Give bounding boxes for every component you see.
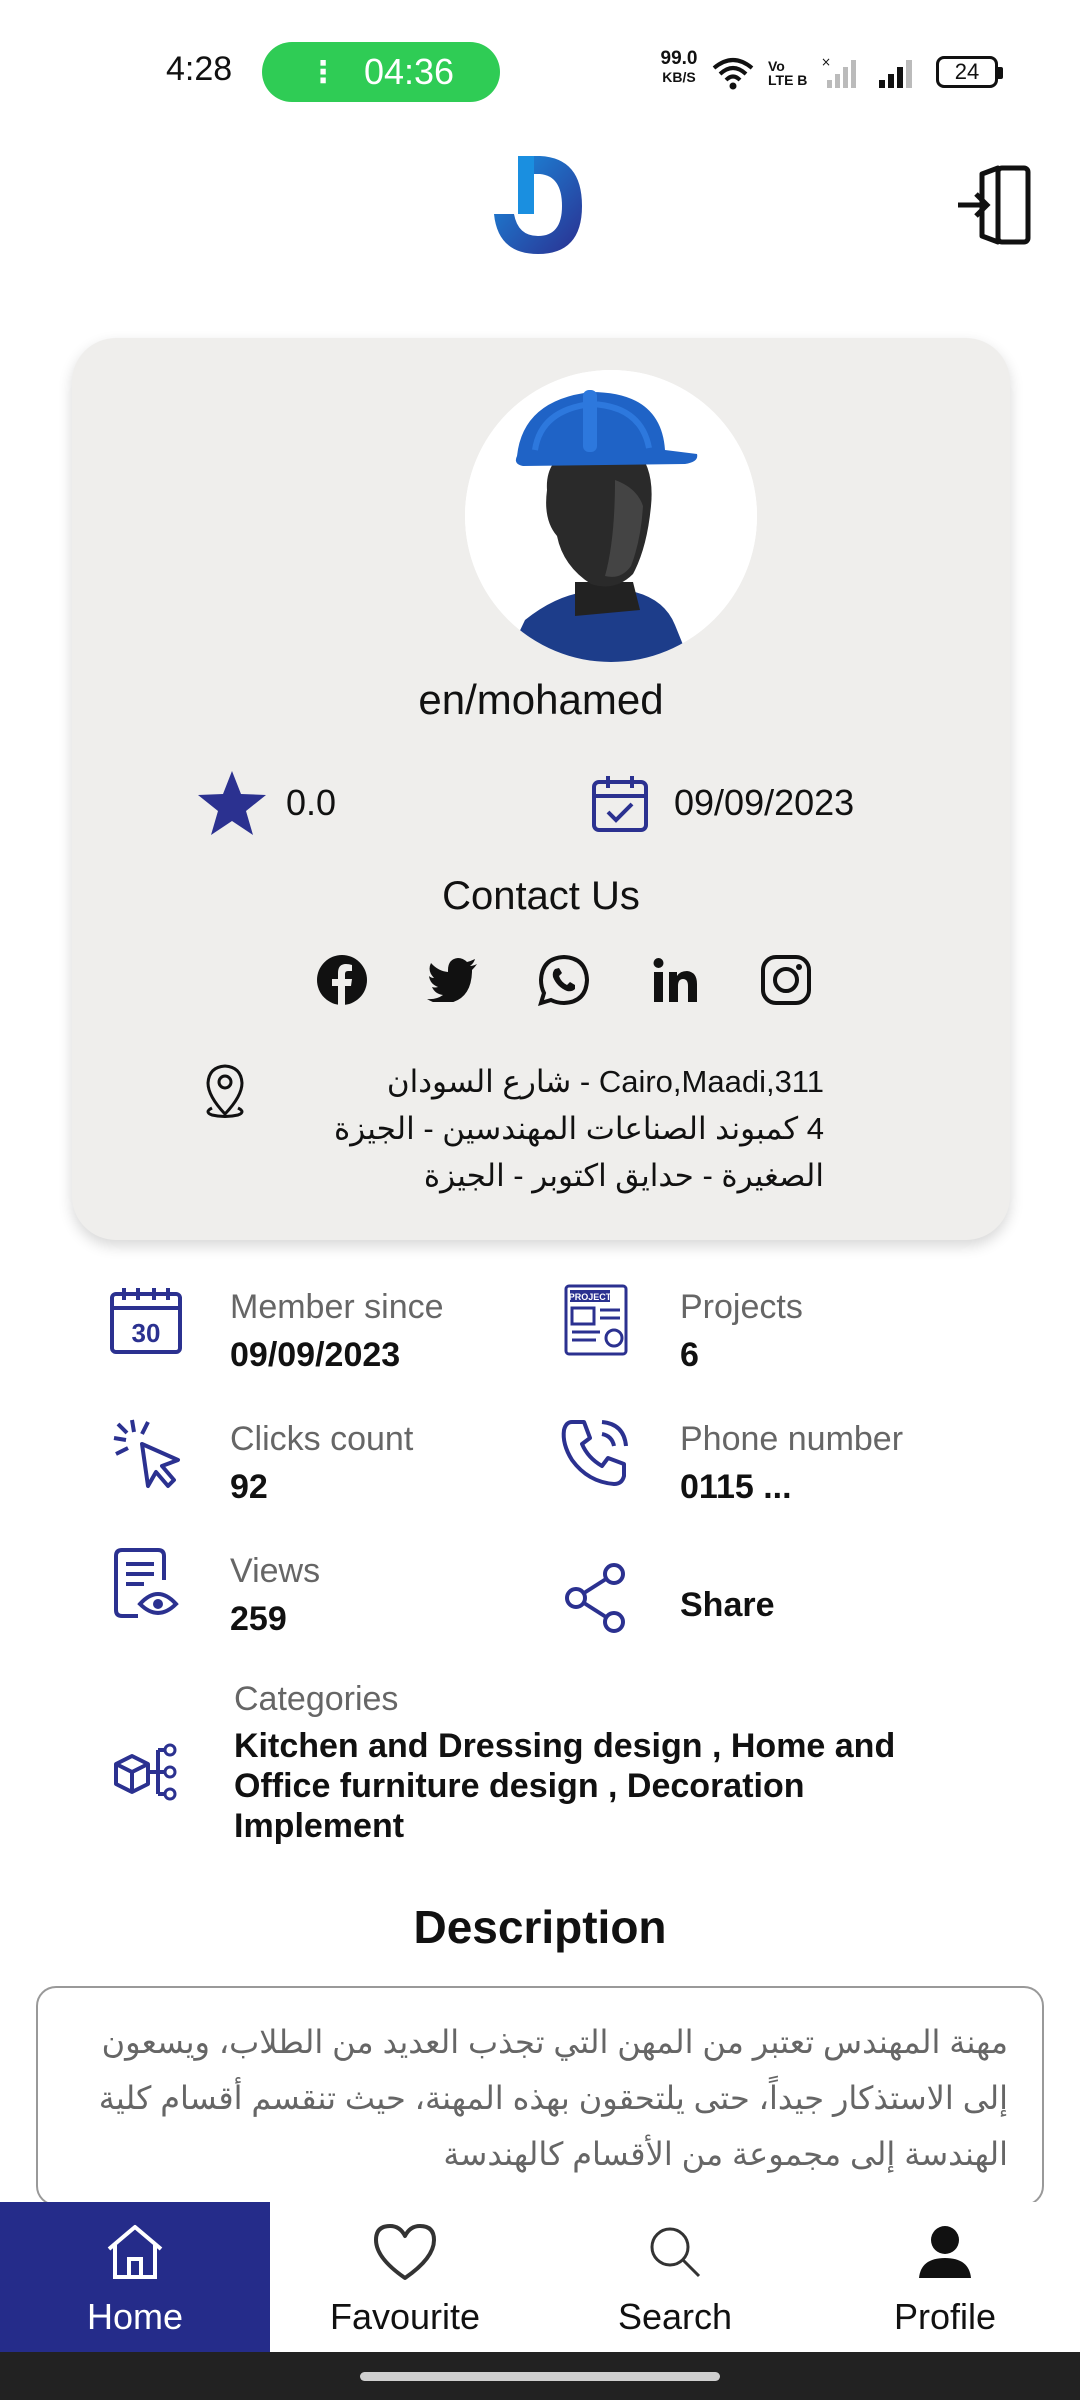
call-indicator-icon: ⋮ bbox=[307, 55, 338, 89]
logout-icon[interactable] bbox=[952, 160, 1042, 250]
document-eye-icon bbox=[104, 1542, 188, 1626]
phone-label: Phone number bbox=[680, 1420, 904, 1458]
network-speed-unit: KB/S bbox=[662, 69, 696, 85]
volte-indicator: Vo LTE B bbox=[768, 59, 807, 87]
social-links bbox=[314, 948, 814, 1012]
nav-favourite[interactable]: Favourite bbox=[270, 2202, 540, 2352]
projects[interactable]: PROJECT Projects 6 bbox=[554, 1278, 974, 1378]
avatar[interactable] bbox=[465, 370, 757, 662]
network-speed: 99.0 KB/S bbox=[652, 48, 706, 86]
nav-home-label: Home bbox=[86, 2296, 184, 2337]
system-navigation-bar bbox=[0, 2352, 1080, 2400]
person-icon bbox=[919, 2226, 971, 2278]
rating: 0.0 bbox=[196, 768, 336, 838]
battery-icon: 24 bbox=[936, 56, 1003, 88]
svg-text:30: 30 bbox=[132, 1318, 161, 1348]
phone-value: 0115 ... bbox=[680, 1468, 792, 1506]
description-text: مهنة المهندس تعتبر من المهن التي تجذب ال… bbox=[98, 2024, 1008, 2172]
categories-tree-icon bbox=[104, 1730, 188, 1814]
description-box[interactable]: مهنة المهندس تعتبر من المهن التي تجذب ال… bbox=[36, 1986, 1044, 2206]
projects-value: 6 bbox=[680, 1336, 699, 1374]
join-date-value: 09/09/2023 bbox=[674, 782, 855, 823]
member-since: 30 Member since 09/09/2023 bbox=[104, 1278, 524, 1378]
share-icon bbox=[554, 1556, 638, 1640]
share-button[interactable]: Share bbox=[554, 1556, 974, 1656]
volte-top: Vo bbox=[768, 58, 785, 74]
search-icon bbox=[650, 2227, 701, 2278]
whatsapp-icon[interactable] bbox=[536, 952, 592, 1008]
projects-label: Projects bbox=[680, 1288, 803, 1326]
clicks-count: Clicks count 92 bbox=[104, 1410, 524, 1510]
address-line-2: 4 كمبوند الصناعات المهندسين - الجيزة bbox=[333, 1111, 824, 1146]
wifi-icon bbox=[712, 58, 754, 90]
svg-text:×: × bbox=[821, 56, 831, 69]
member-since-value: 09/09/2023 bbox=[230, 1336, 401, 1374]
battery-level: 24 bbox=[954, 59, 980, 84]
clicks-label: Clicks count bbox=[230, 1420, 414, 1458]
nav-profile-label: Profile bbox=[893, 2296, 997, 2337]
gesture-handle[interactable] bbox=[360, 2372, 720, 2381]
facebook-icon[interactable] bbox=[314, 952, 370, 1008]
nav-search-label: Search bbox=[617, 2296, 733, 2337]
brand-logo bbox=[494, 156, 582, 254]
status-bar: 4:28 ⋮ 04:36 99.0 KB/S Vo LTE B × 24 bbox=[0, 0, 1080, 140]
username: en/mohamed bbox=[418, 676, 664, 723]
contact-title: Contact Us bbox=[442, 874, 640, 918]
signal-sim2-icon bbox=[879, 60, 913, 88]
phone-number[interactable]: Phone number 0115 ... bbox=[554, 1410, 974, 1510]
instagram-icon[interactable] bbox=[758, 952, 814, 1008]
rating-value: 0.0 bbox=[286, 782, 337, 823]
categories-label: Categories bbox=[234, 1680, 399, 1718]
status-icons: Vo LTE B × bbox=[712, 48, 915, 98]
address: Cairo,Maadi,311 - شارع السودان 4 كمبوند … bbox=[202, 1058, 902, 1198]
views: Views 259 bbox=[104, 1542, 524, 1642]
star-icon bbox=[198, 771, 266, 835]
categories-value: Kitchen and Dressing design , Home and O… bbox=[234, 1727, 896, 1845]
linkedin-icon[interactable] bbox=[647, 952, 703, 1008]
nav-profile[interactable]: Profile bbox=[810, 2202, 1080, 2352]
heart-icon bbox=[374, 2224, 436, 2280]
bottom-nav: Home Favourite Search Profile bbox=[0, 2202, 1080, 2352]
nav-home[interactable]: Home bbox=[0, 2202, 270, 2352]
address-line-1: Cairo,Maadi,311 - شارع السودان bbox=[386, 1064, 824, 1099]
nav-search[interactable]: Search bbox=[540, 2202, 810, 2352]
member-since-label: Member since bbox=[230, 1288, 444, 1326]
status-time: 4:28 bbox=[166, 50, 233, 88]
avatar-image bbox=[465, 370, 757, 662]
signal-sim1-icon: × bbox=[821, 56, 857, 88]
address-text: Cairo,Maadi,311 - شارع السودان 4 كمبوند … bbox=[264, 1058, 824, 1199]
project-icon: PROJECT bbox=[554, 1278, 638, 1362]
twitter-icon[interactable] bbox=[425, 952, 481, 1008]
network-speed-value: 99.0 bbox=[660, 48, 698, 69]
views-label: Views bbox=[230, 1552, 321, 1590]
home-icon bbox=[107, 2225, 163, 2279]
phone-ringing-icon bbox=[554, 1410, 638, 1494]
views-value: 259 bbox=[230, 1600, 287, 1638]
share-label: Share bbox=[680, 1586, 775, 1624]
volte-bottom: LTE B bbox=[768, 72, 808, 88]
profile-card: en/mohamed 0.0 09/09/2023 Contact Us Cai… bbox=[72, 338, 1010, 1240]
click-cursor-icon bbox=[104, 1410, 188, 1494]
calendar-check-icon bbox=[592, 776, 648, 832]
call-timer-pill[interactable]: ⋮ 04:36 bbox=[262, 42, 500, 102]
call-timer-text: 04:36 bbox=[363, 51, 455, 92]
categories: Categories Kitchen and Dressing design ,… bbox=[104, 1680, 974, 1850]
address-line-3: الصغيرة - حدايق اكتوبر - الجيزة bbox=[423, 1158, 824, 1193]
join-date: 09/09/2023 bbox=[590, 768, 854, 838]
svg-text:PROJECT: PROJECT bbox=[569, 1292, 612, 1302]
nav-favourite-label: Favourite bbox=[329, 2296, 481, 2337]
description-title: Description bbox=[413, 1901, 667, 1953]
clicks-value: 92 bbox=[230, 1468, 268, 1506]
location-pin-icon bbox=[206, 1064, 244, 1118]
calendar-30-icon: 30 bbox=[104, 1278, 188, 1362]
